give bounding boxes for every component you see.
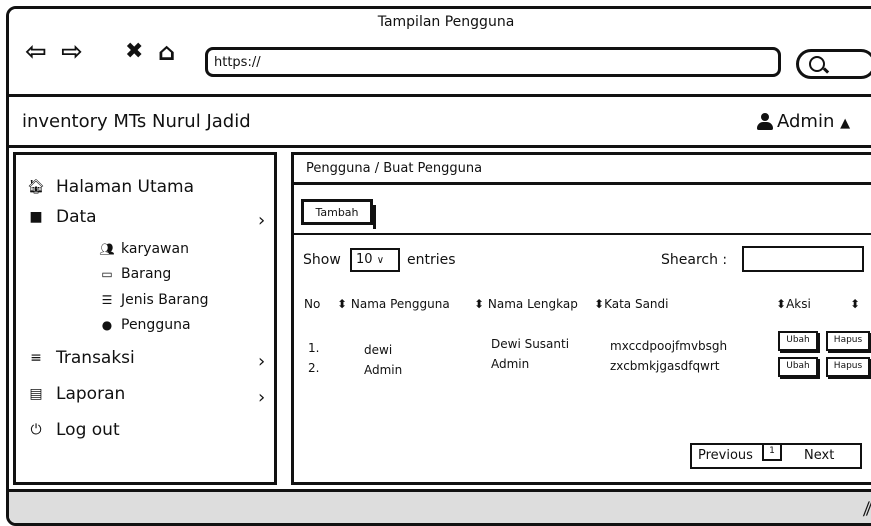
pagination-page[interactable]: 1 xyxy=(762,443,782,461)
pagination: Previous 1 Next xyxy=(690,443,862,469)
chevron-down-icon: ∨ xyxy=(376,255,385,266)
search-icon xyxy=(809,56,825,72)
sidebar-item-laporan[interactable]: ▤ Laporan xyxy=(26,384,125,404)
table-cell-fullname: Dewi Susanti xyxy=(491,337,570,351)
column-header-nama-lengkap[interactable]: ⬍ Nama Lengkap xyxy=(474,297,578,311)
column-header-kata-sandi[interactable]: ⬍Kata Sandi xyxy=(594,297,668,311)
sort-icon: ⬍ xyxy=(594,297,605,311)
user-name: Admin xyxy=(777,111,835,132)
url-bar[interactable]: https:// xyxy=(205,47,781,77)
entries-select[interactable]: 10 ∨ xyxy=(350,248,400,272)
file-icon: ▤ xyxy=(29,386,43,402)
breadcrumb: Pengguna / Buat Pengguna xyxy=(294,155,871,185)
pagination-previous[interactable]: Previous xyxy=(698,448,753,463)
menu-icon: ≡ xyxy=(30,350,42,366)
sidebar-item-barang[interactable]: ▭ Barang xyxy=(98,266,171,282)
sidebar-item-pengguna[interactable]: ● Pengguna xyxy=(98,317,191,333)
browser-search-button[interactable] xyxy=(796,49,871,79)
table-cell-password: zxcbmkjgasdfqwrt xyxy=(610,359,720,373)
sidebar: 🏠︎ Halaman Utama ■ Data › 👥︎ karyawan ▭ Bara… xyxy=(13,152,277,485)
forward-icon[interactable]: ⇨ xyxy=(61,39,83,65)
column-header-label: Aksi xyxy=(786,297,811,311)
table-cell-no: 1. xyxy=(308,341,320,355)
column-header-no[interactable]: No xyxy=(304,297,320,311)
column-header-label: Nama Lengkap xyxy=(487,297,578,311)
column-header-aksi[interactable]: ⬍Aksi xyxy=(776,297,811,311)
user-avatar-icon xyxy=(757,113,773,130)
home-icon: 🏠︎ xyxy=(27,179,45,195)
column-header-label: Nama Pengguna xyxy=(350,297,450,311)
sidebar-item-karyawan[interactable]: 👥︎ karyawan xyxy=(98,241,189,257)
add-button[interactable]: Tambah xyxy=(301,199,376,229)
sidebar-item-label: Jenis Barang xyxy=(121,292,209,308)
list-icon: ☰ xyxy=(101,293,113,307)
chevron-right-icon: › xyxy=(258,387,266,408)
column-header-nama-pengguna[interactable]: ⬍ Nama Pengguna xyxy=(337,297,450,311)
browser-toolbar: Tampilan Pengguna ⇦ ⇨ ✖ ⌂ https:// xyxy=(9,9,871,97)
laptop-icon: ▭ xyxy=(101,267,113,281)
sidebar-item-label: Laporan xyxy=(56,384,126,404)
table-cell-username: dewi xyxy=(364,343,393,357)
sort-icon[interactable]: ⬍ xyxy=(850,297,860,311)
edit-button[interactable]: Ubah xyxy=(778,357,818,377)
sidebar-item-home[interactable]: 🏠︎ Halaman Utama xyxy=(26,177,194,197)
browser-window: Tampilan Pengguna ⇦ ⇨ ✖ ⌂ https:// inven… xyxy=(6,6,871,526)
sidebar-item-jenis-barang[interactable]: ☰ Jenis Barang xyxy=(98,292,209,308)
sort-icon: ⬍ xyxy=(474,297,485,311)
delete-button[interactable]: Hapus xyxy=(826,357,870,377)
sidebar-item-label: Transaksi xyxy=(56,348,135,368)
users-icon: 👥︎ xyxy=(99,242,115,256)
sidebar-item-label: Log out xyxy=(56,420,120,440)
window-title: Tampilan Pengguna xyxy=(377,14,515,30)
sidebar-item-label: Barang xyxy=(121,266,172,282)
entries-label: entries xyxy=(407,252,456,268)
sidebar-item-logout[interactable]: ⏻ Log out xyxy=(26,420,120,440)
user-icon: ● xyxy=(101,318,113,332)
chevron-right-icon: › xyxy=(258,351,266,372)
back-icon[interactable]: ⇦ xyxy=(25,39,47,65)
content-panel: Pengguna / Buat Pengguna Tambah Show 10 … xyxy=(291,152,871,485)
status-bar xyxy=(9,489,871,523)
search-label: Shearch : xyxy=(661,252,728,268)
edit-button[interactable]: Ubah xyxy=(778,331,818,351)
home-nav-icon[interactable]: ⌂ xyxy=(158,39,175,65)
power-icon: ⏻ xyxy=(30,422,42,438)
search-input[interactable] xyxy=(742,246,864,272)
pagination-next[interactable]: Next xyxy=(804,448,834,463)
table-cell-password: mxccdpoojfmvbsgh xyxy=(610,339,728,353)
close-icon[interactable]: ✖ xyxy=(125,39,143,65)
sidebar-item-label: Halaman Utama xyxy=(56,177,195,197)
sidebar-item-label: Data xyxy=(56,207,97,227)
app-header: inventory MTs Nurul Jadid Admin ▲ xyxy=(9,100,871,148)
sidebar-item-label: karyawan xyxy=(121,241,189,257)
table-cell-no: 2. xyxy=(308,361,320,375)
column-header-label: Kata Sandi xyxy=(604,297,669,311)
app-name: inventory MTs Nurul Jadid xyxy=(22,111,251,132)
delete-button[interactable]: Hapus xyxy=(826,331,870,351)
show-label: Show xyxy=(303,252,341,268)
sidebar-item-data[interactable]: ■ Data xyxy=(26,207,97,227)
entries-value: 10 xyxy=(356,252,373,267)
folder-icon: ■ xyxy=(29,209,43,225)
chevron-right-icon: › xyxy=(258,210,266,231)
divider xyxy=(294,233,871,235)
table-cell-username: Admin xyxy=(364,363,403,377)
sort-icon: ⬍ xyxy=(337,297,348,311)
sidebar-item-transaksi[interactable]: ≡ Transaksi xyxy=(26,348,135,368)
caret-up-icon: ▲ xyxy=(840,116,851,131)
sidebar-item-label: Pengguna xyxy=(121,317,191,333)
table-cell-fullname: Admin xyxy=(491,357,530,371)
sort-icon: ⬍ xyxy=(776,297,787,311)
user-menu[interactable]: Admin ▲ xyxy=(757,111,850,132)
